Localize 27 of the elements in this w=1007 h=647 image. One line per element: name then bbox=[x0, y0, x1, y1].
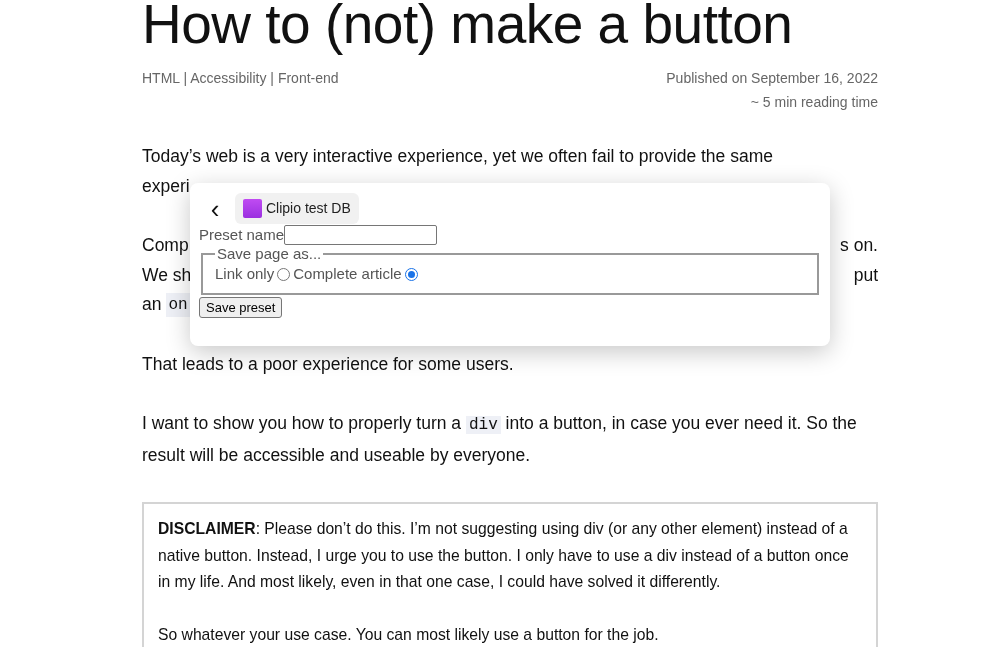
text-fragment: experi bbox=[142, 174, 190, 198]
text-fragment: an bbox=[142, 293, 162, 316]
text-fragment: put bbox=[853, 263, 878, 287]
fieldset-legend: Save page as... bbox=[215, 245, 324, 263]
radio-label: Complete article bbox=[293, 264, 402, 284]
radio-label: Link only bbox=[215, 264, 275, 284]
article-title: How to (not) make a button bbox=[142, 0, 793, 54]
back-button[interactable]: ‹ bbox=[203, 196, 227, 221]
text-fragment: s on. bbox=[840, 234, 878, 257]
text-fragment: We sh bbox=[142, 263, 192, 287]
database-chip[interactable]: Clipio test DB bbox=[235, 193, 359, 224]
field-label: Preset name bbox=[199, 224, 285, 245]
text-fragment: Today’s web is a very interactive experience, yet we often fail to provide the same bbox=[142, 145, 773, 168]
paragraph: That leads to a poor experience for some users. bbox=[142, 352, 515, 376]
save-preset-button[interactable]: Save preset bbox=[199, 297, 283, 318]
paragraph: DISCLAIMER: Please don’t do this. I’m not suggesting using div (or any other element) instead of a native button. Instead, I urge you to use the button. I only have to use a div instead of a button once in my life. And most likely, even in that one case, I could have solved it differently. bbox=[158, 519, 850, 592]
square-icon bbox=[243, 199, 262, 218]
text-fragment: Comp bbox=[142, 234, 189, 257]
radio-button[interactable] bbox=[404, 267, 418, 281]
paragraph: So whatever your use case. You can most likely use a button for the job. bbox=[158, 624, 660, 645]
preset-name-field[interactable] bbox=[284, 225, 438, 245]
publish-date: Published on September 16, 2022 bbox=[666, 69, 878, 88]
tag-list: HTML | Accessibility | Front-end bbox=[142, 66, 339, 90]
code-fragment: on bbox=[166, 292, 190, 317]
paragraph: I want to show you how to properly turn a div into a button, in case you ever need it. So the result will be accessible and useable by everyone. bbox=[142, 412, 858, 467]
reading-time: ~ 5 min reading time bbox=[750, 93, 878, 112]
radio-button[interactable] bbox=[277, 267, 291, 281]
